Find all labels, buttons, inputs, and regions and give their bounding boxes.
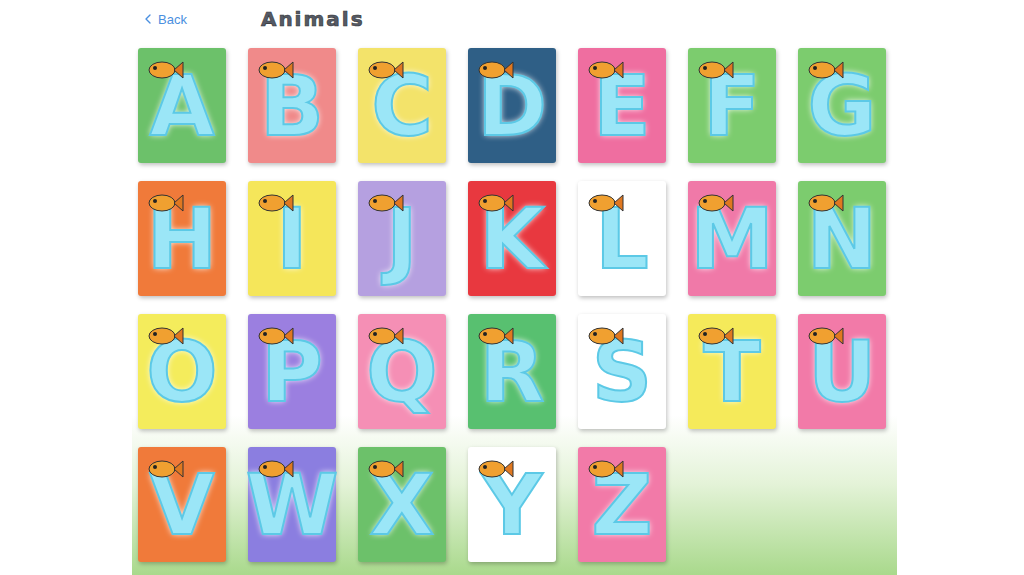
animal-icon <box>694 189 734 217</box>
letter-card[interactable]: C <box>358 48 446 163</box>
header: Back Animals <box>132 4 897 34</box>
letter-card[interactable]: G <box>798 48 886 163</box>
animal-icon <box>474 322 514 350</box>
animal-icon <box>364 322 404 350</box>
animal-icon <box>144 322 184 350</box>
letter-card[interactable]: E <box>578 48 666 163</box>
animal-icon <box>474 56 514 84</box>
letter-card[interactable]: Z <box>578 447 666 562</box>
letter-card[interactable]: S <box>578 314 666 429</box>
stage: Back Animals ABCDEFG HIJKLMN OPQRSTU VWXYZ <box>132 4 897 575</box>
letter-card[interactable]: N <box>798 181 886 296</box>
animal-icon <box>144 189 184 217</box>
letter-card[interactable]: F <box>688 48 776 163</box>
letter-card[interactable]: H <box>138 181 226 296</box>
title: Animals <box>261 7 365 31</box>
animal-icon <box>254 322 294 350</box>
letter-card[interactable]: A <box>138 48 226 163</box>
animal-icon <box>254 56 294 84</box>
letter-card[interactable]: O <box>138 314 226 429</box>
animal-icon <box>474 455 514 483</box>
letter-card[interactable]: L <box>578 181 666 296</box>
letter-card[interactable]: I <box>248 181 336 296</box>
letter-card[interactable]: Q <box>358 314 446 429</box>
animal-icon <box>364 56 404 84</box>
animal-icon <box>804 322 844 350</box>
letter-card[interactable]: U <box>798 314 886 429</box>
animal-icon <box>804 56 844 84</box>
letter-card[interactable]: R <box>468 314 556 429</box>
animal-icon <box>804 189 844 217</box>
animal-icon <box>584 455 624 483</box>
letter-card[interactable]: V <box>138 447 226 562</box>
letter-card[interactable]: X <box>358 447 446 562</box>
animal-icon <box>694 56 734 84</box>
letter-card[interactable]: W <box>248 447 336 562</box>
letter-card[interactable]: Y <box>468 447 556 562</box>
letter-card[interactable]: M <box>688 181 776 296</box>
letter-card[interactable]: P <box>248 314 336 429</box>
letter-card[interactable]: T <box>688 314 776 429</box>
letter-card[interactable]: J <box>358 181 446 296</box>
letter-card[interactable]: B <box>248 48 336 163</box>
animal-icon <box>584 56 624 84</box>
animal-icon <box>474 189 514 217</box>
chevron-left-icon <box>140 11 156 27</box>
back-button[interactable]: Back <box>136 9 191 29</box>
animal-icon <box>254 189 294 217</box>
animal-icon <box>144 455 184 483</box>
letter-card[interactable]: K <box>468 181 556 296</box>
animal-icon <box>254 455 294 483</box>
animal-icon <box>364 455 404 483</box>
page: Back Animals ABCDEFG HIJKLMN OPQRSTU VWXYZ <box>0 0 1024 575</box>
letter-card[interactable]: D <box>468 48 556 163</box>
animal-icon <box>584 189 624 217</box>
animal-icon <box>584 322 624 350</box>
animal-icon <box>694 322 734 350</box>
letter-grid: ABCDEFG HIJKLMN OPQRSTU VWXYZ <box>132 34 897 562</box>
animal-icon <box>364 189 404 217</box>
animal-icon <box>144 56 184 84</box>
